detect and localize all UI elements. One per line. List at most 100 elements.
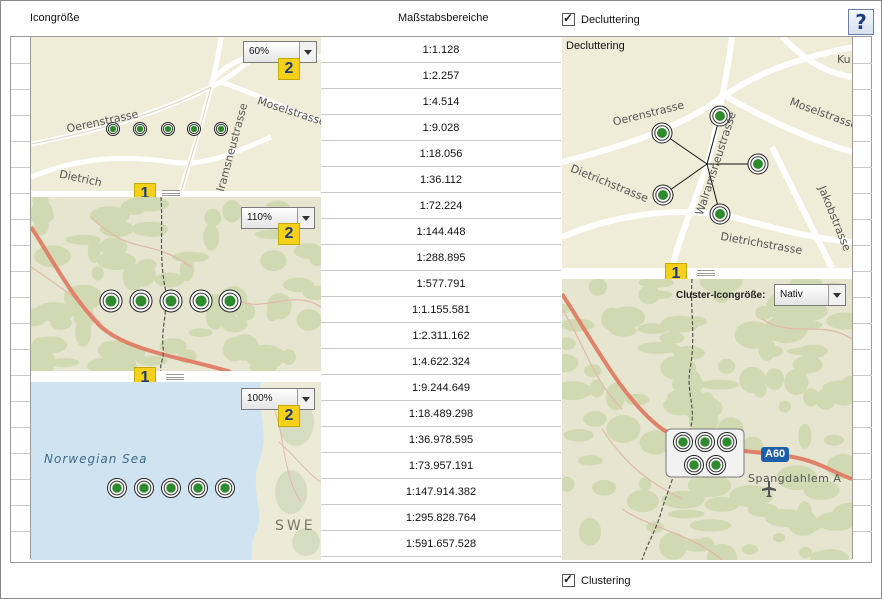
map-marker-icon[interactable] [107, 478, 127, 498]
map-marker-icon[interactable] [652, 184, 674, 206]
terrain-shade [578, 455, 603, 466]
cluster-size-value: Nativ [780, 289, 803, 300]
terrain-shade [798, 423, 812, 449]
zoom-value: 110% [247, 212, 272, 223]
scale-row: 1:2.257 [321, 63, 561, 89]
terrain-shade [778, 400, 791, 413]
cluster-size-dropdown[interactable]: Nativ [774, 284, 846, 306]
map-marker-icon[interactable] [161, 478, 181, 498]
clustering-checkbox[interactable]: Clustering [562, 572, 631, 587]
resize-handle[interactable] [166, 374, 184, 380]
map-marker-icon[interactable] [187, 122, 201, 136]
gutter-line [853, 375, 872, 376]
gutter-line [853, 505, 872, 506]
country-label: SWE [275, 518, 316, 534]
gutter-line [853, 193, 872, 194]
declutter-map-panel[interactable]: Decluttering Oerenstrasse Moselstrasse D… [562, 37, 852, 268]
terrain-shade [826, 312, 852, 330]
terrain-shade [89, 206, 130, 226]
scale-row: 1:295.828.764 [321, 505, 561, 531]
terrain-shade [562, 381, 592, 401]
map-marker-icon[interactable] [214, 122, 228, 136]
terrain-shade [626, 489, 659, 513]
map-marker-icon[interactable] [695, 432, 715, 452]
map-marker-icon[interactable] [129, 289, 153, 313]
declutter-map-svg [562, 37, 852, 268]
scale-row: 1:9.028 [321, 115, 561, 141]
scale-row: 1:1.128 [321, 37, 561, 63]
map-marker-icon[interactable] [706, 455, 726, 475]
terrain-shade [171, 251, 209, 263]
decluttering-checkbox[interactable]: Decluttering [562, 11, 640, 26]
resize-handle[interactable] [697, 270, 715, 276]
chevron-down-icon[interactable] [299, 42, 316, 62]
cluster-map-panel[interactable]: Cluster-Icongröße: Nativ A60 Spangdahlem… [562, 279, 852, 560]
map-marker-icon[interactable] [218, 289, 242, 313]
scale-row: 1:147.914.382 [321, 479, 561, 505]
scale-row: 1:591.657.528 [321, 531, 561, 557]
terrain-shade [578, 517, 602, 546]
map-marker-icon[interactable] [673, 432, 693, 452]
sea-map-panel[interactable]: Norwegian Sea SWE 100% 2 [31, 382, 321, 560]
terrain-shade [592, 479, 617, 496]
scale-row: 1:18.056 [321, 141, 561, 167]
map-marker-icon[interactable] [99, 289, 123, 313]
chevron-down-icon[interactable] [828, 285, 845, 305]
map-marker-icon[interactable] [161, 122, 175, 136]
scale-row: 1:1.155.581 [321, 297, 561, 323]
map-marker-icon[interactable] [188, 478, 208, 498]
scale-row: 1:36.978.595 [321, 427, 561, 453]
panel-title: Decluttering [566, 40, 625, 52]
help-button[interactable]: ? [848, 9, 874, 35]
map-marker-icon[interactable] [134, 478, 154, 498]
terrain-shade [799, 546, 812, 559]
gutter-line [11, 245, 30, 246]
terrain-shade [91, 266, 104, 281]
terrain-shade [747, 503, 779, 517]
map-marker-icon[interactable] [133, 122, 147, 136]
map-marker-icon[interactable] [159, 289, 183, 313]
map-marker-icon[interactable] [684, 455, 704, 475]
scale-row: 1:72.224 [321, 193, 561, 219]
gutter-line [853, 479, 872, 480]
map-marker-icon[interactable] [747, 153, 769, 175]
gutter-line [11, 219, 30, 220]
terrain-shade [589, 379, 605, 398]
checkbox-checked-icon[interactable] [562, 572, 575, 587]
map-marker-icon[interactable] [717, 432, 737, 452]
gutter-line [11, 63, 30, 64]
terrain-shade [125, 197, 164, 211]
terrain-shade [734, 321, 774, 349]
terrain-map-panel[interactable]: 110% 2 [31, 197, 321, 371]
terrain-shade [704, 496, 740, 512]
street-map-panel[interactable]: Oerenstrasse Moselstrasse Dietrich Walra… [31, 37, 321, 191]
sea-label: Norwegian Sea [44, 452, 148, 466]
terrain-shade [266, 306, 279, 322]
terrain-shade [588, 279, 608, 296]
scale-row: 1:36.112 [321, 167, 561, 193]
terrain-shade [772, 533, 786, 543]
terrain-shade [699, 379, 739, 390]
terrain-shade [606, 415, 641, 443]
terrain-shade [260, 250, 287, 272]
terrain-shade [786, 347, 828, 356]
callout-badge: 2 [278, 58, 300, 80]
map-marker-icon[interactable] [189, 289, 213, 313]
checkbox-checked-icon[interactable] [562, 11, 575, 26]
gutter-line [853, 115, 872, 116]
terrain-shade [610, 306, 646, 329]
map-marker-icon[interactable] [651, 122, 673, 144]
terrain-shade [203, 223, 220, 251]
terrain-shade [661, 490, 705, 509]
scale-row: 1:2.311.162 [321, 323, 561, 349]
terrain-shade [563, 429, 594, 442]
terrain-shade [792, 355, 823, 374]
map-marker-icon[interactable] [709, 203, 731, 225]
terrain-shade [689, 519, 732, 532]
callout-badge: 2 [278, 405, 300, 427]
scale-row: 1:4.514 [321, 89, 561, 115]
resize-handle[interactable] [162, 190, 180, 196]
terrain-shade [583, 411, 607, 427]
gutter-line [853, 297, 872, 298]
map-marker-icon[interactable] [215, 478, 235, 498]
